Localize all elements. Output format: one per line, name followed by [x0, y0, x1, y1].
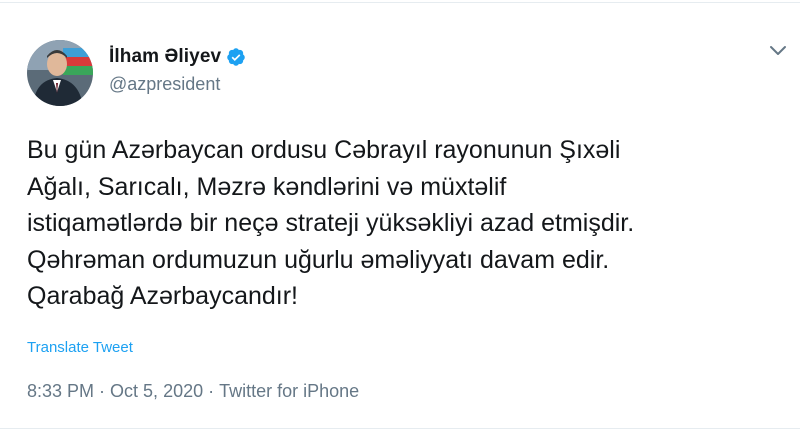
tweet-line: Bu gün Azərbaycan ordusu Cəbrayıl rayonu… [27, 136, 621, 164]
tweet-line: Ağalı, Sarıcalı, Məzrə kəndlərini və müx… [27, 172, 507, 201]
tweet-date[interactable]: Oct 5, 2020 [110, 381, 203, 401]
tweet-text: Bu gün Azərbaycan ordusu Cəbrayıl rayonu… [27, 132, 787, 315]
bottom-divider [0, 428, 800, 429]
tweet-source[interactable]: Twitter for iPhone [219, 381, 359, 401]
verified-badge-icon [227, 48, 245, 66]
meta-separator: · [99, 381, 106, 401]
tweet-time[interactable]: 8:33 PM [27, 381, 94, 401]
tweet-line: istiqamətlərdə bir neçə strateji yüksəkl… [27, 209, 635, 237]
tweet-line: Qarabağ Azərbaycandır! [27, 282, 298, 310]
author-block: İlham Əliyev @azpresident [109, 44, 246, 95]
handle[interactable]: @azpresident [109, 74, 246, 95]
name-row: İlham Əliyev [109, 44, 246, 70]
tweet-card: İlham Əliyev @azpresident Bu gün Azərbay… [0, 0, 800, 443]
display-name[interactable]: İlham Əliyev [109, 46, 221, 68]
translate-tweet-link[interactable]: Translate Tweet [27, 339, 133, 356]
chevron-down-icon[interactable] [768, 44, 788, 58]
avatar[interactable] [27, 40, 93, 106]
top-divider [0, 2, 800, 3]
profile-photo-icon [27, 40, 93, 106]
tweet-line: Qəhrəman ordumuzun uğurlu əməliyyatı dav… [27, 245, 610, 274]
meta-separator: · [208, 381, 215, 401]
tweet-meta: 8:33 PM · Oct 5, 2020 · Twitter for iPhone [27, 381, 359, 402]
